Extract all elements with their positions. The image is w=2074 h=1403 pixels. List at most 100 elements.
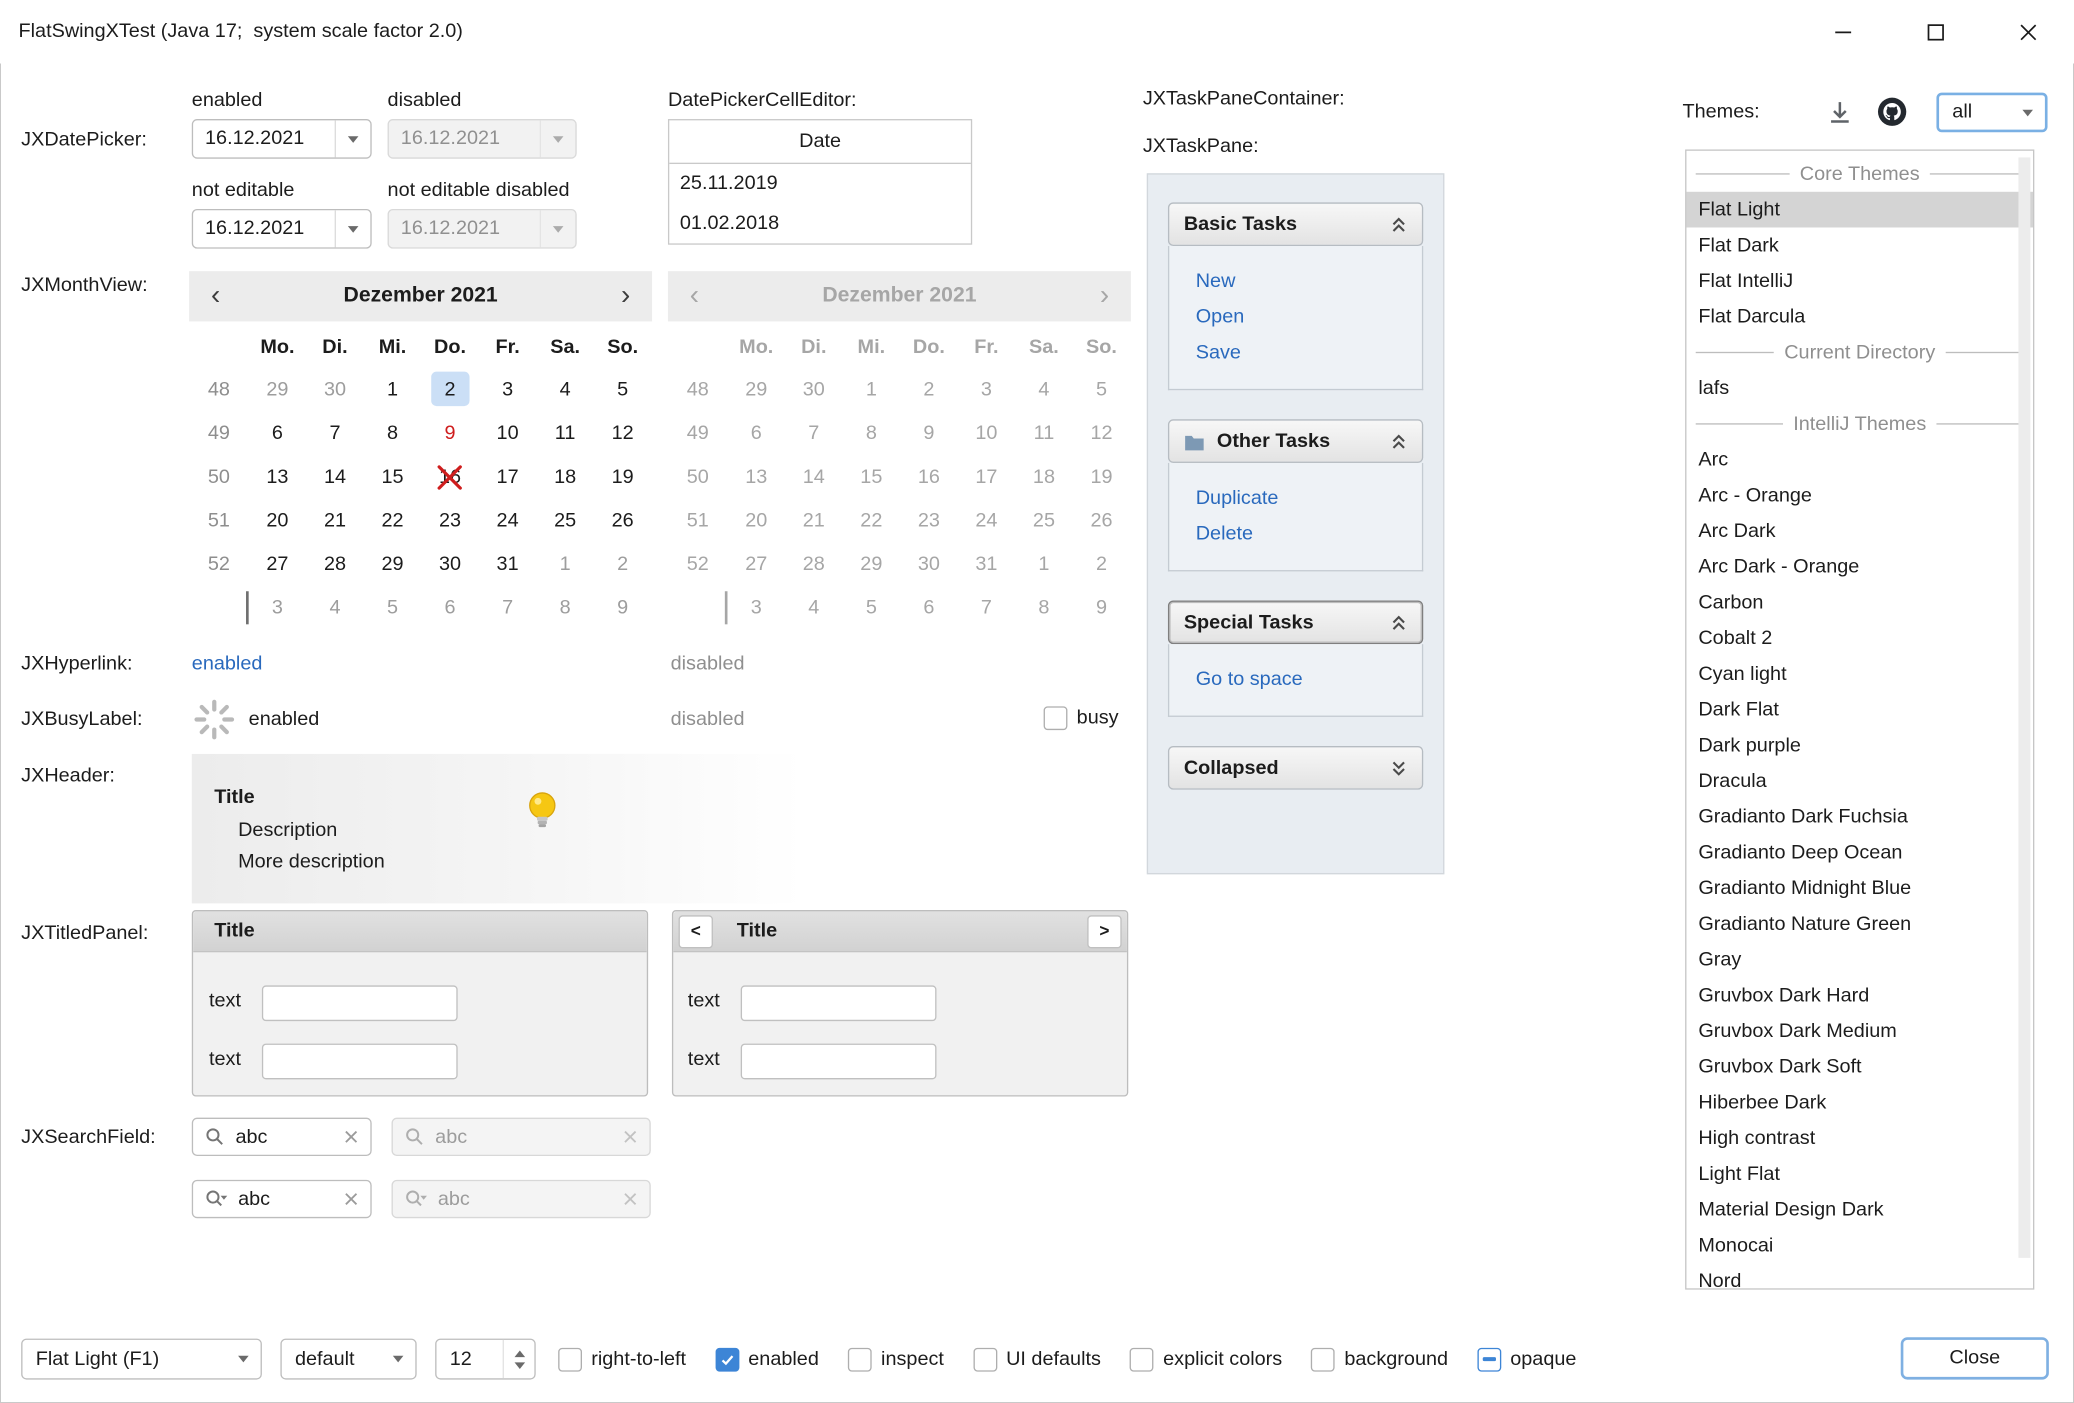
calendar-day-cell[interactable]: 9	[594, 586, 652, 630]
calendar-day-cell[interactable]: 18	[536, 455, 594, 499]
calendar-day-cell[interactable]: 24	[479, 499, 537, 543]
theme-list-item[interactable]: Gradianto Dark Fuchsia	[1686, 799, 2033, 835]
clear-search-button[interactable]	[344, 1130, 359, 1145]
datepicker-dropdown-button[interactable]	[335, 120, 371, 157]
theme-list-item[interactable]: Monocai	[1686, 1227, 2033, 1263]
theme-list-item[interactable]: High contrast	[1686, 1120, 2033, 1156]
calendar-day-cell[interactable]: 7	[306, 411, 364, 455]
text-input[interactable]	[741, 1044, 937, 1080]
titled-panel-left-button[interactable]: <	[679, 915, 713, 948]
calendar-day-cell[interactable]: 30	[306, 368, 364, 412]
themes-list[interactable]: Core ThemesFlat LightFlat DarkFlat Intel…	[1685, 149, 2034, 1289]
date-table-header[interactable]: Date	[669, 120, 971, 164]
theme-list-item[interactable]: Gradianto Midnight Blue	[1686, 870, 2033, 906]
calendar-day-cell[interactable]: 16	[421, 455, 479, 499]
laf-combobox[interactable]: Flat Light (F1)	[21, 1339, 262, 1380]
minimize-button[interactable]	[1796, 0, 1889, 63]
checkbox-enabled[interactable]: enabled	[715, 1347, 819, 1371]
taskpane-action-link[interactable]: Save	[1196, 335, 1422, 371]
calendar-day-cell[interactable]: 13	[249, 455, 307, 499]
text-input[interactable]	[741, 985, 937, 1021]
calendar-day-cell[interactable]: 1	[364, 368, 422, 412]
clear-search-button[interactable]	[344, 1192, 359, 1207]
taskpane-action-link[interactable]: Go to space	[1196, 661, 1422, 697]
theme-list-item[interactable]: Arc Dark	[1686, 513, 2033, 549]
date-table-row[interactable]: 01.02.2018	[669, 204, 971, 244]
checkbox-right-to-left[interactable]: right-to-left	[558, 1347, 686, 1371]
calendar-day-cell[interactable]: 5	[594, 368, 652, 412]
taskpane-action-link[interactable]: Open	[1196, 299, 1422, 335]
calendar-day-cell[interactable]: 15	[364, 455, 422, 499]
checkbox-box[interactable]	[848, 1347, 872, 1371]
checkbox-box[interactable]	[973, 1347, 997, 1371]
calendar-day-cell[interactable]: 11	[536, 411, 594, 455]
checkbox-opaque[interactable]: opaque	[1477, 1347, 1576, 1371]
calendar-day-cell[interactable]: 2	[594, 542, 652, 586]
maximize-button[interactable]	[1889, 0, 1982, 63]
theme-list-item[interactable]: Arc - Orange	[1686, 477, 2033, 513]
calendar-day-cell[interactable]: 29	[364, 542, 422, 586]
close-window-button[interactable]	[1981, 0, 2074, 63]
calendar-day-cell[interactable]: 4	[536, 368, 594, 412]
calendar-day-cell[interactable]: 8	[364, 411, 422, 455]
style-combobox[interactable]: default	[280, 1339, 416, 1380]
taskpane-action-link[interactable]: Delete	[1196, 516, 1422, 552]
theme-list-item[interactable]: Flat Dark	[1686, 228, 2033, 264]
calendar-day-cell[interactable]: 9	[421, 411, 479, 455]
calendar-day-cell[interactable]: 27	[249, 542, 307, 586]
checkbox-explicit-colors[interactable]: explicit colors	[1130, 1347, 1282, 1371]
checkbox-box[interactable]	[715, 1347, 739, 1371]
search-input[interactable]: abc	[238, 1187, 270, 1211]
calendar-day-cell[interactable]: 1	[536, 542, 594, 586]
calendar-day-cell[interactable]: 3	[479, 368, 537, 412]
calendar-day-cell[interactable]: 12	[594, 411, 652, 455]
calendar-day-cell[interactable]: 5	[364, 586, 422, 630]
calendar-day-cell[interactable]: 20	[249, 499, 307, 543]
spinner-buttons[interactable]	[503, 1340, 535, 1378]
taskpane-header[interactable]: Special Tasks	[1168, 601, 1423, 645]
calendar-day-cell[interactable]: 7	[479, 586, 537, 630]
theme-list-item[interactable]: Arc	[1686, 442, 2033, 478]
calendar-day-cell[interactable]: 29	[249, 368, 307, 412]
checkbox-box[interactable]	[1130, 1347, 1154, 1371]
taskpane-action-link[interactable]: Duplicate	[1196, 480, 1422, 516]
calendar-day-cell[interactable]: 14	[306, 455, 364, 499]
calendar-day-cell[interactable]: 23	[421, 499, 479, 543]
busy-checkbox[interactable]: busy	[1044, 706, 1119, 730]
theme-list-item[interactable]: Arc Dark - Orange	[1686, 549, 2033, 585]
calendar-day-cell[interactable]: 2	[421, 368, 479, 412]
theme-list-item[interactable]: Gruvbox Dark Soft	[1686, 1049, 2033, 1085]
text-input[interactable]	[262, 985, 458, 1021]
themes-filter-combobox[interactable]: all	[1936, 93, 2047, 133]
datepicker-not-editable[interactable]: 16.12.2021	[192, 209, 372, 249]
calendar-day-cell[interactable]: 21	[306, 499, 364, 543]
theme-list-item[interactable]: Light Flat	[1686, 1156, 2033, 1192]
checkbox-box[interactable]	[1311, 1347, 1335, 1371]
theme-list-item[interactable]: Flat Darcula	[1686, 299, 2033, 335]
theme-list-item[interactable]: Gruvbox Dark Hard	[1686, 977, 2033, 1013]
search-field[interactable]: abc	[192, 1118, 372, 1156]
text-input[interactable]	[262, 1044, 458, 1080]
theme-list-item[interactable]: Dark purple	[1686, 727, 2033, 763]
theme-list-item[interactable]: Dracula	[1686, 763, 2033, 799]
calendar-day-cell[interactable]: 3	[249, 586, 307, 630]
hyperlink-enabled[interactable]: enabled	[192, 652, 263, 676]
datepicker-enabled[interactable]: 16.12.2021	[192, 119, 372, 159]
calendar-day-cell[interactable]: 25	[536, 499, 594, 543]
theme-list-item[interactable]: Material Design Dark	[1686, 1192, 2033, 1228]
calendar-day-cell[interactable]: 4	[306, 586, 364, 630]
close-button[interactable]: Close	[1901, 1337, 2049, 1379]
theme-list-item[interactable]: Cyan light	[1686, 656, 2033, 692]
scrollbar-thumb[interactable]	[2018, 157, 2030, 1257]
calendar-day-cell[interactable]: 28	[306, 542, 364, 586]
calendar-day-cell[interactable]: 6	[249, 411, 307, 455]
download-themes-button[interactable]	[1827, 99, 1853, 132]
checkbox-box[interactable]	[1477, 1347, 1501, 1371]
taskpane-header[interactable]: Collapsed	[1168, 746, 1423, 790]
theme-list-item[interactable]: Flat IntelliJ	[1686, 263, 2033, 299]
monthview-enabled[interactable]: ‹Dezember 2021›Mo.Di.Mi.Do.Fr.Sa.So.4829…	[189, 271, 652, 629]
checkbox-ui-defaults[interactable]: UI defaults	[973, 1347, 1101, 1371]
checkbox-box[interactable]	[1044, 706, 1068, 730]
theme-list-item[interactable]: Gradianto Deep Ocean	[1686, 835, 2033, 871]
theme-list-item[interactable]: Gruvbox Dark Medium	[1686, 1013, 2033, 1049]
